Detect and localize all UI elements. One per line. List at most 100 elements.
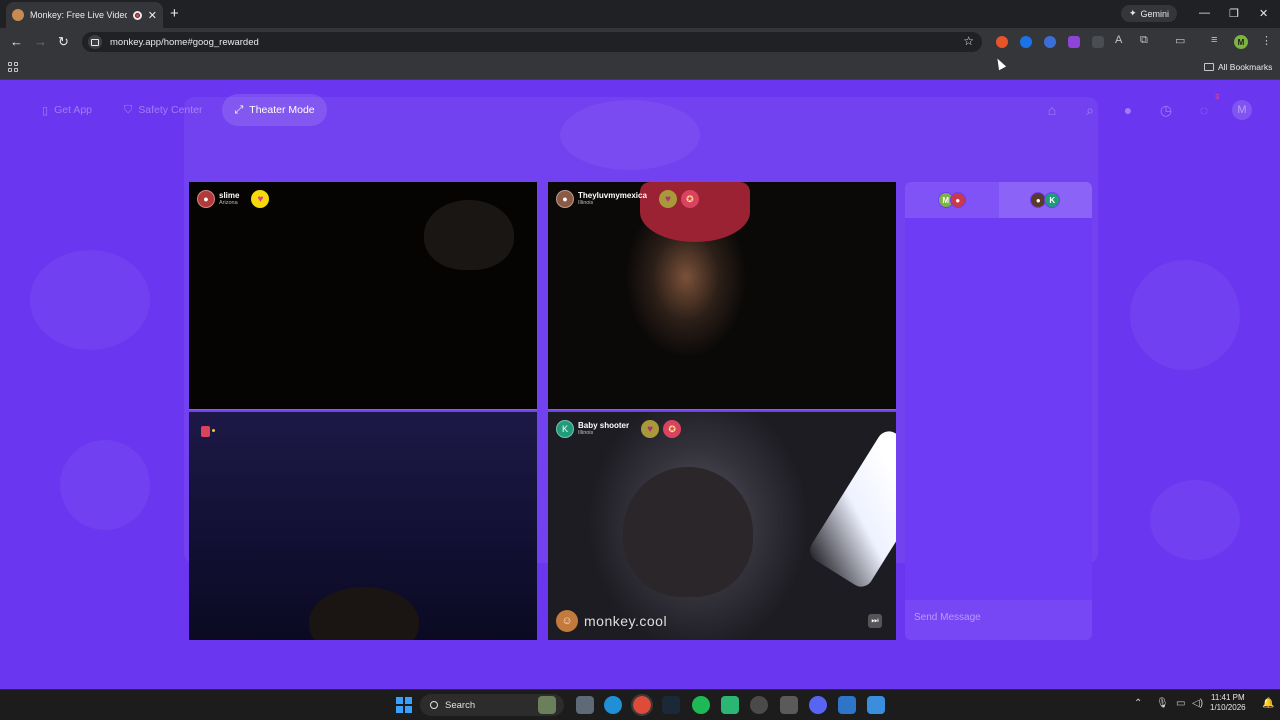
sparkle-icon: ✦: [1129, 8, 1137, 18]
chat-avatar-icon: ●: [949, 192, 966, 208]
watermark-text: monkey.cool: [584, 613, 668, 629]
send-message-input[interactable]: Send Message: [905, 600, 1092, 640]
user-tag: ● slime Arizona ♥: [197, 190, 270, 208]
gemini-button[interactable]: ✦ Gemini: [1121, 5, 1178, 22]
background-blob: [1130, 260, 1240, 370]
menu-kebab-icon[interactable]: ⋮: [1261, 34, 1272, 47]
browser-tabstrip: Monkey: Free Live Video Ch ✕ + ✦ Gemini …: [0, 0, 1280, 28]
video-tile-1[interactable]: ● slime Arizona ♥: [189, 182, 537, 410]
heart-icon[interactable]: ♥: [658, 190, 677, 208]
microphone-icon[interactable]: 🎙: [1156, 698, 1169, 709]
get-app-button[interactable]: ▯ Get App: [30, 94, 104, 126]
user-location: Illinois: [578, 199, 594, 206]
background-blob: [1150, 480, 1240, 560]
user-location: Illinois: [578, 429, 594, 436]
chat-panel: M ● ● K Send Message: [905, 182, 1092, 640]
url-text: monkey.app/home#goog_rewarded: [110, 36, 259, 48]
extension-link-icon[interactable]: [1044, 36, 1056, 48]
extensions-puzzle-icon[interactable]: ⧉: [1140, 34, 1148, 47]
tab-search-icon[interactable]: ▭: [1175, 34, 1185, 47]
user-tag-text: Theyluvmymexica Illinois: [578, 190, 647, 207]
chat-tab-left[interactable]: M ●: [905, 182, 999, 218]
gemini-label: Gemini: [1140, 8, 1170, 19]
heart-icon[interactable]: ♥: [641, 420, 660, 438]
profile-avatar[interactable]: M: [1234, 35, 1248, 49]
video-tile-3[interactable]: [189, 412, 537, 640]
recording-icon: [132, 10, 142, 20]
extension-twitch-icon[interactable]: [1068, 36, 1080, 48]
close-window-button[interactable]: ✕: [1259, 7, 1268, 20]
user-avatar[interactable]: M: [1232, 100, 1252, 120]
history-icon[interactable]: ◷: [1156, 100, 1176, 120]
video-subject: [309, 587, 419, 640]
tab-close-button[interactable]: ✕: [148, 9, 157, 22]
spotify-icon[interactable]: [692, 696, 710, 714]
chat-tabs: M ● ● K: [905, 182, 1092, 218]
friends-icon[interactable]: ●: [1118, 100, 1138, 120]
file-explorer-icon[interactable]: [576, 696, 594, 714]
bookmarks-bar: All Bookmarks: [0, 56, 1280, 80]
chat-tab-right[interactable]: ● K: [998, 182, 1092, 218]
user-tag: K Baby shooter Illinois ♥ ✪: [556, 420, 682, 438]
user-avatar-initial: K: [556, 420, 574, 438]
medal-icon: ✪: [680, 190, 699, 208]
app-green-icon[interactable]: [721, 696, 739, 714]
skip-icon[interactable]: ⏭: [868, 614, 882, 628]
video-tile-2[interactable]: ● Theyluvmymexica Illinois ♥ ✪: [548, 182, 896, 410]
taskbar-clock[interactable]: 11:41 PM 1/10/2026: [1210, 693, 1246, 713]
forward-button[interactable]: →: [34, 34, 47, 49]
user-location: Arizona: [219, 199, 238, 206]
messages-icon[interactable]: ◌ 3: [1194, 94, 1219, 120]
site-info-icon[interactable]: [88, 35, 102, 49]
all-bookmarks-label: All Bookmarks: [1218, 62, 1273, 72]
all-bookmarks-button[interactable]: All Bookmarks: [1204, 62, 1272, 72]
widgets-icon[interactable]: [538, 696, 556, 714]
user-tag-text: slime Arizona: [219, 190, 240, 207]
background-blob: [30, 250, 150, 350]
notification-bell-icon[interactable]: 🔔: [1262, 698, 1274, 709]
user-name: Theyluvmymexica: [578, 190, 647, 200]
monkey-favicon-icon: [12, 9, 24, 21]
network-icon[interactable]: ▭: [1176, 698, 1185, 709]
address-bar[interactable]: monkey.app/home#goog_rewarded ☆: [82, 32, 982, 52]
app-settings-icon[interactable]: [780, 696, 798, 714]
video-subject: [623, 467, 753, 597]
apps-grid-icon[interactable]: [8, 62, 18, 72]
user-avatar-icon: ●: [556, 190, 574, 208]
reload-button[interactable]: ↻: [58, 34, 69, 50]
light-glare: [805, 426, 896, 592]
extension-grey-icon[interactable]: [1092, 36, 1104, 48]
extension-blue-icon[interactable]: [1020, 36, 1032, 48]
restore-button[interactable]: ❐: [1229, 7, 1239, 20]
user-avatar-icon: ●: [197, 190, 215, 208]
volume-icon[interactable]: ◁): [1192, 698, 1203, 709]
steam-icon[interactable]: [662, 696, 680, 714]
tray-chevron-icon[interactable]: ⌃: [1134, 698, 1142, 709]
new-tab-button[interactable]: +: [170, 5, 179, 22]
extension-text-icon[interactable]: A: [1115, 34, 1122, 46]
discord-icon[interactable]: [809, 696, 827, 714]
browser-tab[interactable]: Monkey: Free Live Video Ch ✕: [6, 2, 163, 28]
monkey-logo-icon: ☺: [556, 610, 578, 632]
user-name: slime: [219, 190, 240, 200]
heart-icon[interactable]: ♥: [251, 190, 270, 208]
clock-time: 11:41 PM: [1210, 693, 1245, 702]
app-arrow-icon[interactable]: [838, 696, 856, 714]
browser-toolbar: ← → ↻ monkey.app/home#goog_rewarded ☆ A …: [0, 28, 1280, 56]
edge-icon[interactable]: [604, 696, 622, 714]
app-c-icon[interactable]: [750, 696, 768, 714]
app-play-icon[interactable]: [867, 696, 885, 714]
back-button[interactable]: ←: [10, 34, 23, 49]
get-app-label: Get App: [54, 104, 93, 116]
start-windows-icon[interactable]: [396, 697, 412, 713]
media-controls-icon[interactable]: ≡: [1211, 34, 1217, 46]
tab-title: Monkey: Free Live Video Ch: [30, 10, 127, 20]
monkey-watermark: ☺ monkey.cool: [556, 610, 667, 632]
extension-fire-icon[interactable]: [996, 36, 1008, 48]
chrome-icon[interactable]: [631, 694, 653, 716]
bookmark-star-icon[interactable]: ☆: [963, 34, 974, 48]
user-name: Baby shooter: [578, 420, 630, 430]
video-tile-4[interactable]: K Baby shooter Illinois ♥ ✪ ☺ monkey.coo…: [548, 412, 896, 640]
background-blob: [60, 440, 150, 530]
minimize-button[interactable]: —: [1199, 7, 1210, 19]
